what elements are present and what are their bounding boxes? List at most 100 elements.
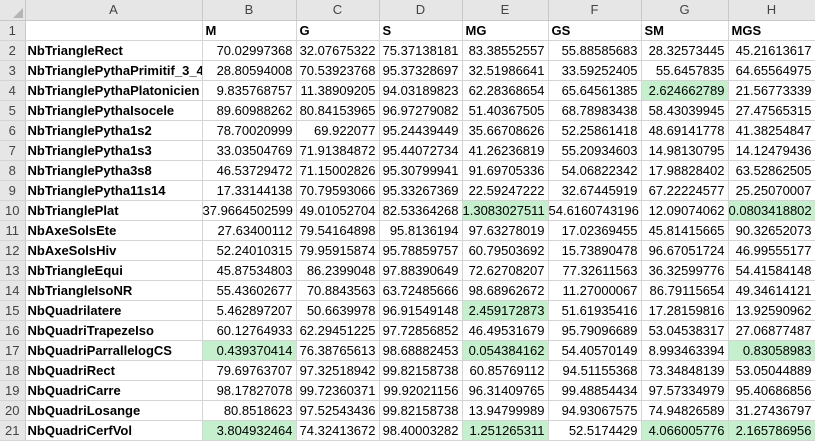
cell-value[interactable]: 95.24439449 (379, 120, 463, 141)
cell-value[interactable]: 60.12764933 (202, 320, 297, 341)
cell-name[interactable]: NbAxeSolsEte (25, 220, 203, 241)
cell-value-highlighted[interactable]: 1.3083027511 (462, 200, 549, 221)
cell-value[interactable]: 83.38552557 (462, 40, 549, 61)
cell-value[interactable]: 95.37328697 (379, 60, 463, 81)
cell-value[interactable]: 67.22224577 (641, 180, 729, 201)
cell-value[interactable]: 41.38254847 (728, 120, 815, 141)
cell-value-highlighted[interactable]: 2.165786956 (728, 420, 815, 441)
cell-value[interactable]: 80.8518623 (202, 400, 297, 421)
cell-value[interactable]: 27.63400112 (202, 220, 297, 241)
cell-value[interactable]: 99.92021156 (379, 380, 463, 401)
cell-value[interactable]: 71.91384872 (296, 140, 380, 161)
cell-value-highlighted[interactable]: 2.459172873 (462, 300, 549, 321)
cell-value[interactable]: 55.6457835 (641, 60, 729, 81)
row-header[interactable]: 15 (0, 300, 26, 321)
cell-name[interactable]: NbQuadriLosange (25, 400, 203, 421)
column-header-a[interactable]: A (25, 0, 203, 21)
cell-value[interactable]: 98.68882453 (379, 340, 463, 361)
cell-value[interactable]: 99.72360371 (296, 380, 380, 401)
cell-value[interactable]: 73.34848139 (641, 360, 729, 381)
cell-value[interactable]: 46.99555177 (728, 240, 815, 261)
cell-value[interactable]: 97.88390649 (379, 260, 463, 281)
row-header[interactable]: 16 (0, 320, 26, 341)
cell-value[interactable]: 91.69705336 (462, 160, 549, 181)
cell-value[interactable]: 32.07675322 (296, 40, 380, 61)
cell-value[interactable]: 41.26236819 (462, 140, 549, 161)
row-header[interactable]: 17 (0, 340, 26, 361)
cell-value[interactable]: 95.30799941 (379, 160, 463, 181)
cell-value[interactable]: 60.85769112 (462, 360, 549, 381)
cell-value[interactable]: 45.81415665 (641, 220, 729, 241)
cell-name[interactable]: NbTrianglePytha3s8 (25, 160, 203, 181)
cell-value[interactable]: 17.02369455 (548, 220, 642, 241)
cell-name[interactable]: NbTrianglePythaPlatonicien (25, 80, 203, 101)
row-header[interactable]: 9 (0, 180, 26, 201)
row-header[interactable]: 4 (0, 80, 26, 101)
row-header[interactable]: 12 (0, 240, 26, 261)
column-header-f[interactable]: F (548, 0, 642, 21)
cell-value-highlighted[interactable]: 1.251265311 (462, 420, 549, 441)
cell-value[interactable]: 54.06822342 (548, 160, 642, 181)
cell-value-highlighted[interactable]: 0.0803418802 (728, 200, 815, 221)
cell-value[interactable]: 96.91549148 (379, 300, 463, 321)
cell-value[interactable]: 53.05044889 (728, 360, 815, 381)
cell-value[interactable]: 15.73890478 (548, 240, 642, 261)
cell-value[interactable]: 37.9664502599 (202, 200, 297, 221)
cell-value[interactable]: 69.922077 (296, 120, 380, 141)
cell-header-c[interactable]: G (296, 20, 380, 41)
cell-value[interactable]: 17.98828402 (641, 160, 729, 181)
cell-value[interactable]: 17.28159816 (641, 300, 729, 321)
cell-value-highlighted[interactable]: 2.624662789 (641, 80, 729, 101)
cell-value[interactable]: 97.52543436 (296, 400, 380, 421)
row-header[interactable]: 13 (0, 260, 26, 281)
cell-value[interactable]: 97.63278019 (462, 220, 549, 241)
cell-value[interactable]: 79.95915874 (296, 240, 380, 261)
cell-value[interactable]: 11.27000067 (548, 280, 642, 301)
cell-value[interactable]: 72.62708207 (462, 260, 549, 281)
row-header[interactable]: 21 (0, 420, 26, 441)
cell-value[interactable]: 21.56773339 (728, 80, 815, 101)
cell-value[interactable]: 97.32518942 (296, 360, 380, 381)
cell-value[interactable]: 9.835768757 (202, 80, 297, 101)
cell-value[interactable]: 95.78859757 (379, 240, 463, 261)
cell-value[interactable]: 97.72856852 (379, 320, 463, 341)
cell-name[interactable]: NbTrianglePlat (25, 200, 203, 221)
cell-header-f[interactable]: GS (548, 20, 642, 41)
cell-value[interactable]: 94.03189823 (379, 80, 463, 101)
cell-value-highlighted[interactable]: 3.804932464 (202, 420, 297, 441)
cell-value[interactable]: 13.92590962 (728, 300, 815, 321)
column-header-d[interactable]: D (379, 0, 463, 21)
cell-value[interactable]: 49.34614121 (728, 280, 815, 301)
cell-name[interactable]: NbQuadriTrapezeIso (25, 320, 203, 341)
row-header[interactable]: 8 (0, 160, 26, 181)
row-header[interactable]: 1 (0, 20, 26, 41)
cell-value[interactable]: 80.84153965 (296, 100, 380, 121)
cell-value[interactable]: 95.8136194 (379, 220, 463, 241)
cell-value[interactable]: 28.32573445 (641, 40, 729, 61)
cell-value[interactable]: 28.80594008 (202, 60, 297, 81)
cell-value[interactable]: 46.49531679 (462, 320, 549, 341)
cell-value[interactable]: 98.17827078 (202, 380, 297, 401)
cell-name[interactable]: NbTriangleEqui (25, 260, 203, 281)
cell-value[interactable]: 77.32611563 (548, 260, 642, 281)
cell-value[interactable]: 27.47565315 (728, 100, 815, 121)
row-header[interactable]: 2 (0, 40, 26, 61)
cell-value[interactable]: 55.43602677 (202, 280, 297, 301)
row-header[interactable]: 20 (0, 400, 26, 421)
column-header-h[interactable]: H (728, 0, 815, 21)
cell-value[interactable]: 82.53364268 (379, 200, 463, 221)
cell-value[interactable]: 50.6639978 (296, 300, 380, 321)
select-all-corner[interactable] (0, 0, 26, 21)
cell-value[interactable]: 71.15002826 (296, 160, 380, 181)
cell-value[interactable]: 74.94826589 (641, 400, 729, 421)
cell-name[interactable]: NbTrianglePythaPrimitif_3_4 (25, 60, 203, 81)
cell-value[interactable]: 70.79593066 (296, 180, 380, 201)
cell-value[interactable]: 14.12479436 (728, 140, 815, 161)
cell-value[interactable]: 79.69763707 (202, 360, 297, 381)
cell-value[interactable]: 17.33144138 (202, 180, 297, 201)
cell-name[interactable]: NbTrianglePytha11s14 (25, 180, 203, 201)
cell-value[interactable]: 74.32413672 (296, 420, 380, 441)
cell-value[interactable]: 36.32599776 (641, 260, 729, 281)
cell-value[interactable]: 51.61935416 (548, 300, 642, 321)
cell-name[interactable]: NbQuadriCerfVol (25, 420, 203, 441)
